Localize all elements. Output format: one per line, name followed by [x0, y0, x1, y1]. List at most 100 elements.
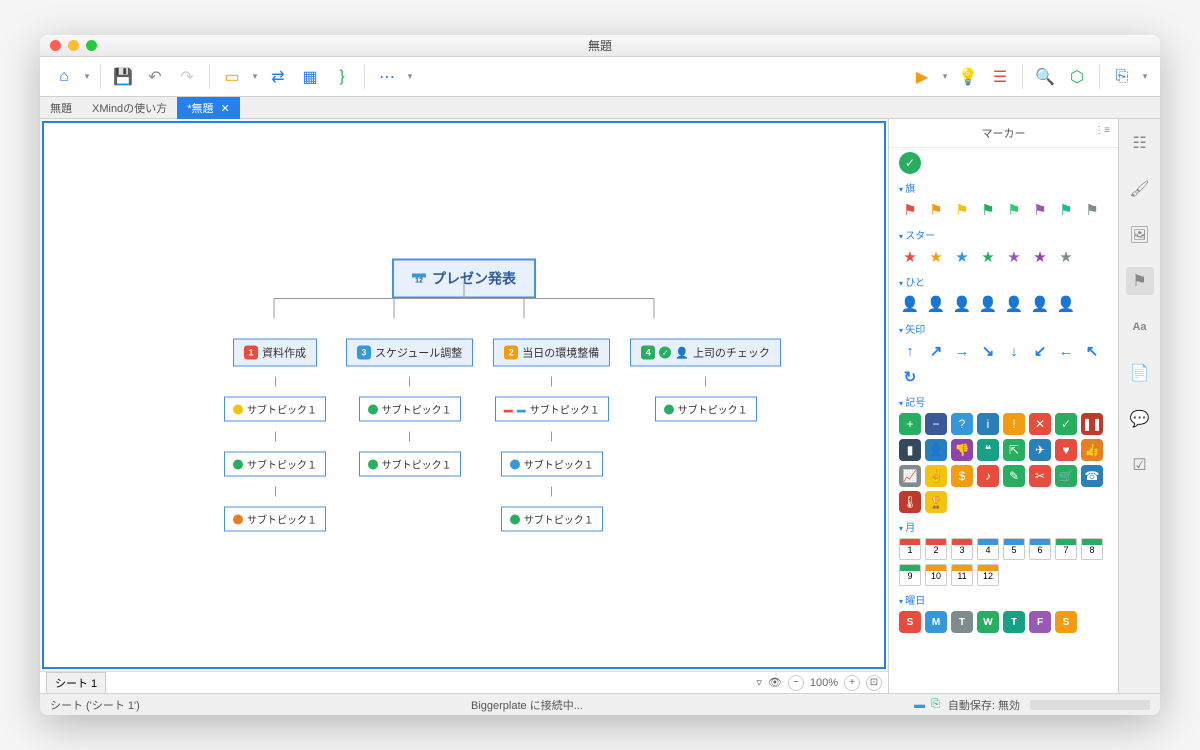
- save-icon[interactable]: 💾: [109, 63, 137, 91]
- month-8[interactable]: 8: [1081, 538, 1103, 560]
- format-icon[interactable]: 🖌: [1126, 175, 1154, 203]
- day-0[interactable]: S: [899, 611, 921, 633]
- sheet-tab[interactable]: シート 1: [46, 672, 106, 694]
- boundary-icon[interactable]: ▦: [296, 63, 324, 91]
- marker-check[interactable]: ✓: [899, 152, 921, 174]
- flag-3[interactable]: ⚑: [977, 199, 999, 221]
- symbol-11[interactable]: ❝: [977, 439, 999, 461]
- export-icon[interactable]: ⎘: [1108, 63, 1136, 91]
- flag-1[interactable]: ⚑: [925, 199, 947, 221]
- sub-3-0[interactable]: サブトピック１: [655, 397, 757, 422]
- person-1[interactable]: 👤: [925, 293, 947, 315]
- present-dropdown-icon[interactable]: ▾: [940, 63, 950, 91]
- sub-2-1[interactable]: サブトピック１: [501, 452, 603, 477]
- zoom-in-button[interactable]: +: [844, 675, 860, 691]
- month-10[interactable]: 10: [925, 564, 947, 586]
- comments-icon[interactable]: 💬: [1126, 405, 1154, 433]
- section-symbols[interactable]: 記号: [899, 394, 1108, 409]
- symbol-25[interactable]: 🏆: [925, 491, 947, 513]
- sub-0-1[interactable]: サブトピック１: [224, 452, 326, 477]
- symbol-7[interactable]: ❚❚: [1081, 413, 1103, 435]
- home-icon[interactable]: ⌂: [50, 63, 78, 91]
- star-5[interactable]: ★: [1029, 246, 1051, 268]
- text-icon[interactable]: Aa: [1126, 313, 1154, 341]
- month-1[interactable]: 1: [899, 538, 921, 560]
- flag-4[interactable]: ⚑: [1003, 199, 1025, 221]
- image-icon[interactable]: 🖼: [1126, 221, 1154, 249]
- arrow-4[interactable]: ↓: [1003, 340, 1025, 362]
- symbol-12[interactable]: ⇱: [1003, 439, 1025, 461]
- symbol-17[interactable]: ✌: [925, 465, 947, 487]
- redo-icon[interactable]: ↷: [173, 63, 201, 91]
- branch-0[interactable]: 1資料作成: [233, 339, 317, 367]
- search-icon[interactable]: 🔍: [1031, 63, 1059, 91]
- arrow-6[interactable]: ←: [1055, 340, 1077, 362]
- outline-icon[interactable]: ☷: [1126, 129, 1154, 157]
- arrow-3[interactable]: ↘: [977, 340, 999, 362]
- symbol-24[interactable]: 🌡: [899, 491, 921, 513]
- symbol-1[interactable]: −: [925, 413, 947, 435]
- month-3[interactable]: 3: [951, 538, 973, 560]
- branch-1[interactable]: 3スケジュール調整: [346, 339, 473, 367]
- symbol-21[interactable]: ✂: [1029, 465, 1051, 487]
- arrow-7[interactable]: ↖: [1081, 340, 1103, 362]
- sub-0-2[interactable]: サブトピック１: [224, 507, 326, 532]
- notes-icon[interactable]: 📄: [1126, 359, 1154, 387]
- zoom-out-button[interactable]: −: [788, 675, 804, 691]
- root-topic[interactable]: 12 プレゼン発表: [392, 259, 536, 299]
- topic-dropdown-icon[interactable]: ▾: [250, 63, 260, 91]
- present-icon[interactable]: ▶: [908, 63, 936, 91]
- person-3[interactable]: 👤: [977, 293, 999, 315]
- flag-6[interactable]: ⚑: [1055, 199, 1077, 221]
- sub-1-1[interactable]: サブトピック１: [359, 452, 461, 477]
- branch-2[interactable]: 2当日の環境整備: [493, 339, 610, 367]
- symbol-5[interactable]: ✕: [1029, 413, 1051, 435]
- symbol-14[interactable]: ♥: [1055, 439, 1077, 461]
- day-5[interactable]: F: [1029, 611, 1051, 633]
- day-3[interactable]: W: [977, 611, 999, 633]
- arrow-8[interactable]: ↻: [899, 366, 921, 388]
- star-6[interactable]: ★: [1055, 246, 1077, 268]
- symbol-4[interactable]: !: [1003, 413, 1025, 435]
- more-icon[interactable]: ⋯: [373, 63, 401, 91]
- star-4[interactable]: ★: [1003, 246, 1025, 268]
- arrow-5[interactable]: ↙: [1029, 340, 1051, 362]
- sub-2-2[interactable]: サブトピック１: [501, 507, 603, 532]
- star-0[interactable]: ★: [899, 246, 921, 268]
- canvas[interactable]: 12 プレゼン発表 1資料作成サブトピック１ サブトピック１ サブトピック１ 3スケジ…: [42, 121, 886, 669]
- symbol-23[interactable]: ☎: [1081, 465, 1103, 487]
- arrow-1[interactable]: ↗: [925, 340, 947, 362]
- symbol-16[interactable]: 📈: [899, 465, 921, 487]
- person-6[interactable]: 👤: [1055, 293, 1077, 315]
- section-stars[interactable]: スター: [899, 227, 1108, 242]
- tab-2[interactable]: *無題 ✕: [177, 97, 240, 119]
- person-2[interactable]: 👤: [951, 293, 973, 315]
- symbol-3[interactable]: i: [977, 413, 999, 435]
- more-dropdown-icon[interactable]: ▾: [405, 63, 415, 91]
- branch-3[interactable]: 4✓👤上司のチェック: [630, 339, 781, 367]
- symbol-15[interactable]: 👍: [1081, 439, 1103, 461]
- export-dropdown-icon[interactable]: ▾: [1140, 63, 1150, 91]
- tab-1[interactable]: XMindの使い方: [82, 97, 177, 119]
- undo-icon[interactable]: ↶: [141, 63, 169, 91]
- sub-0-0[interactable]: サブトピック１: [224, 397, 326, 422]
- symbol-2[interactable]: ?: [951, 413, 973, 435]
- section-people[interactable]: ひと: [899, 274, 1108, 289]
- relationship-icon[interactable]: ⇄: [264, 63, 292, 91]
- day-2[interactable]: T: [951, 611, 973, 633]
- month-11[interactable]: 11: [951, 564, 973, 586]
- flag-5[interactable]: ⚑: [1029, 199, 1051, 221]
- section-arrows[interactable]: 矢印: [899, 321, 1108, 336]
- symbol-8[interactable]: ▮: [899, 439, 921, 461]
- symbol-22[interactable]: 🛒: [1055, 465, 1077, 487]
- month-5[interactable]: 5: [1003, 538, 1025, 560]
- task-icon[interactable]: ☑: [1126, 451, 1154, 479]
- gantt-icon[interactable]: ☰: [986, 63, 1014, 91]
- symbol-6[interactable]: ✓: [1055, 413, 1077, 435]
- symbol-9[interactable]: 👤: [925, 439, 947, 461]
- day-4[interactable]: T: [1003, 611, 1025, 633]
- month-2[interactable]: 2: [925, 538, 947, 560]
- idea-icon[interactable]: 💡: [954, 63, 982, 91]
- symbol-19[interactable]: ♪: [977, 465, 999, 487]
- month-4[interactable]: 4: [977, 538, 999, 560]
